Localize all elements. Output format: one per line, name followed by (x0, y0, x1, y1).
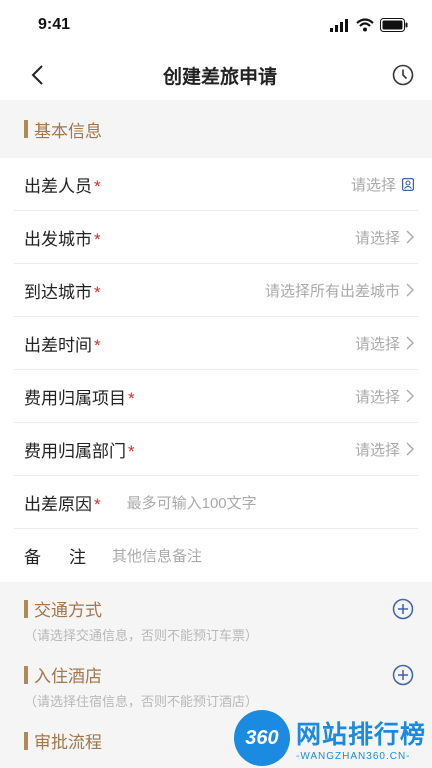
reason-label: 出差原因 * (24, 494, 101, 514)
arrival-city-value: 请选择所有出差城市 (265, 280, 414, 301)
back-arrow-icon (31, 65, 43, 85)
basic-info-form: 出差人员 * 请选择 出发城市 * 请选择 到达城市 * 请选择所有出差城市 出差时间… (0, 158, 432, 582)
reason-row: 出差原因 * 最多可输入100文字 (14, 476, 418, 529)
chevron-right-icon (406, 283, 414, 297)
cost-project-label: 费用归属项目 * (24, 388, 135, 408)
section-marker (24, 599, 28, 618)
cost-department-value: 请选择 (355, 439, 414, 460)
basic-info-title: 基本信息 (34, 121, 102, 141)
watermark: 360 网站排行榜 -WANGZHAN360.CN- (233, 710, 426, 766)
status-time: 9:41 (38, 16, 71, 33)
departure-city-row[interactable]: 出发城市 * 请选择 (14, 211, 418, 264)
reason-input[interactable]: 最多可输入100文字 (127, 492, 414, 513)
basic-info-header: 基本信息 (0, 100, 432, 158)
watermark-domain: -WANGZHAN360.CN- (295, 750, 411, 762)
signal-icon (330, 18, 348, 32)
approval-title: 审批流程 (34, 733, 102, 752)
watermark-name: 网站排行榜 (295, 720, 426, 749)
arrival-city-label: 到达城市 * (24, 282, 101, 302)
transport-hint: （请选择交通信息，否则不能预订车票） (24, 628, 259, 643)
cost-project-value: 请选择 (355, 386, 414, 407)
wifi-icon (356, 18, 374, 32)
traveler-row[interactable]: 出差人员 * 请选择 (14, 158, 418, 211)
cost-department-label: 费用归属部门 * (24, 441, 135, 461)
cost-department-row[interactable]: 费用归属部门 * 请选择 (14, 423, 418, 476)
section-marker (24, 120, 28, 138)
history-button[interactable] (388, 60, 418, 90)
add-transport-icon[interactable] (392, 598, 414, 620)
battery-icon (380, 18, 408, 32)
travel-time-value: 请选择 (355, 333, 414, 354)
cost-project-row[interactable]: 费用归属项目 * 请选择 (14, 370, 418, 423)
hotel-hint: （请选择住宿信息，否则不能预订酒店） (24, 694, 259, 709)
back-button[interactable] (22, 60, 52, 90)
add-hotel-icon[interactable] (392, 664, 414, 686)
page-title: 创建差旅申请 (162, 66, 277, 88)
departure-city-value: 请选择 (355, 227, 414, 248)
transport-title: 交通方式 (34, 601, 102, 620)
status-icons (330, 18, 408, 32)
chevron-right-icon (406, 442, 414, 456)
travel-time-row[interactable]: 出差时间 * 请选择 (14, 317, 418, 370)
remark-row: 备注 其他信息备注 (14, 529, 418, 582)
remark-label: 备注 (24, 548, 114, 567)
arrival-city-row[interactable]: 到达城市 * 请选择所有出差城市 (14, 264, 418, 317)
section-marker (24, 731, 28, 750)
status-bar: 9:41 (0, 0, 432, 50)
section-marker (24, 665, 28, 684)
hotel-title: 入住酒店 (34, 667, 102, 686)
remark-input[interactable]: 其他信息备注 (112, 545, 414, 566)
clock-icon (392, 64, 414, 86)
chevron-right-icon (406, 389, 414, 403)
watermark-logo: 360 (233, 710, 290, 766)
hotel-section: 入住酒店 （请选择住宿信息，否则不能预订酒店） (0, 644, 432, 710)
contact-card-icon[interactable] (402, 177, 414, 191)
transport-section: 交通方式 （请选择交通信息，否则不能预订车票） (0, 582, 432, 644)
departure-city-label: 出发城市 * (24, 229, 101, 249)
traveler-label: 出差人员 * (24, 176, 101, 196)
nav-bar: 创建差旅申请 (0, 50, 432, 100)
travel-time-label: 出差时间 * (24, 335, 101, 355)
chevron-right-icon (406, 230, 414, 244)
traveler-value: 请选择 (351, 174, 414, 195)
chevron-right-icon (406, 336, 414, 350)
